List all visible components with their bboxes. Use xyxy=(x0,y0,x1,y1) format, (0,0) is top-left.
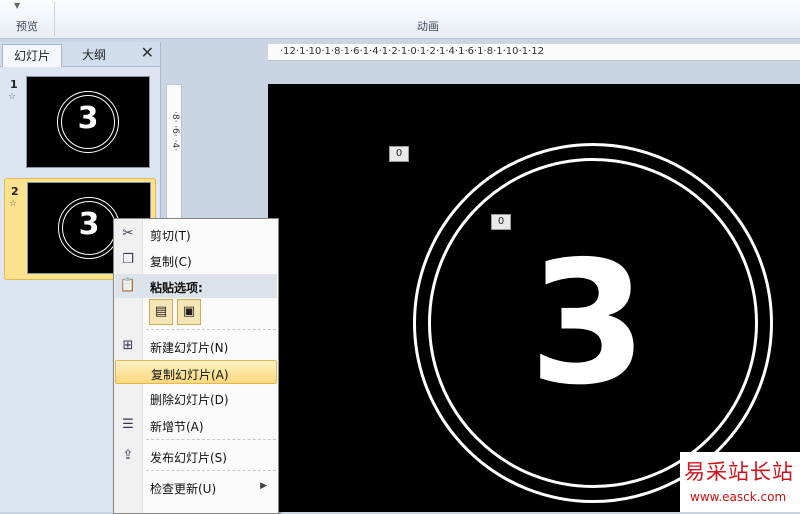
menu-item-paste-options: 📋 粘贴选项: xyxy=(115,274,277,298)
countdown-number[interactable]: 3 xyxy=(508,239,668,409)
slide-canvas[interactable]: 3 0 0 xyxy=(268,84,800,512)
ribbon-divider xyxy=(54,2,55,36)
chevron-down-icon: ▼ xyxy=(14,1,21,10)
ribbon-group-preview[interactable]: ▼ 预览 xyxy=(0,0,54,38)
submenu-arrow-icon: ▶ xyxy=(260,481,267,491)
animation-order-tag[interactable]: 0 xyxy=(491,214,511,230)
ribbon-group-label: 动画 xyxy=(417,20,439,33)
context-menu: ✂ 剪切(T) ❐ 复制(C) 📋 粘贴选项: ▤ ▣ ⊞ 新建幻灯片(N) 复… xyxy=(113,218,279,514)
panel-tabs: 幻灯片 大纲 ✕ xyxy=(0,42,160,67)
paste-document-icon: ▤ xyxy=(154,304,168,319)
paste-keep-formatting-button[interactable]: ▤ xyxy=(149,299,173,325)
publish-icon: ⇪ xyxy=(122,448,134,463)
ribbon-group-label: 预览 xyxy=(16,20,38,33)
animation-star-icon: ☆ xyxy=(9,199,18,209)
watermark-title: 易采站长站 xyxy=(684,460,794,484)
menu-item-cut[interactable]: ✂ 剪切(T) xyxy=(115,222,277,246)
menu-item-label: 粘贴选项: xyxy=(150,281,203,295)
paste-icon: 📋 xyxy=(119,278,137,293)
animation-star-icon: ☆ xyxy=(8,92,17,102)
menu-separator xyxy=(146,470,276,472)
menu-item-label: 检查更新(U) xyxy=(150,482,217,496)
menu-separator xyxy=(146,439,276,441)
menu-item-publish-slides[interactable]: ⇪ 发布幻灯片(S) xyxy=(115,444,277,468)
watermark: 易采站长站 www.easck.com xyxy=(680,452,800,512)
paste-picture-icon: ▣ xyxy=(182,304,196,319)
animation-order-tag[interactable]: 0 xyxy=(389,146,409,162)
new-slide-icon: ⊞ xyxy=(122,338,134,353)
menu-item-label: 复制幻灯片(A) xyxy=(151,368,229,382)
slide-preview: 3 xyxy=(26,76,150,168)
menu-item-label: 剪切(T) xyxy=(150,229,191,243)
menu-separator xyxy=(146,329,276,331)
new-section-icon: ☰ xyxy=(122,417,134,432)
watermark-url: www.easck.com xyxy=(690,490,787,504)
thumb-number: 3 xyxy=(77,101,99,136)
tab-slides[interactable]: 幻灯片 xyxy=(2,44,62,67)
slide-number: 2 xyxy=(11,185,19,198)
ribbon-group-animation: 动画 xyxy=(56,0,800,38)
tab-outline[interactable]: 大纲 xyxy=(66,44,122,66)
menu-item-delete-slide[interactable]: 删除幻灯片(D) xyxy=(115,386,277,410)
menu-item-add-section[interactable]: ☰ 新增节(A) xyxy=(115,413,277,437)
scissors-icon: ✂ xyxy=(122,226,134,241)
ribbon: ▼ 预览 动画 xyxy=(0,0,800,39)
horizontal-ruler[interactable]: ·12·1·10·1·8·1·6·1·4·1·2·1·0·1·2·1·4·1·6… xyxy=(268,44,800,61)
menu-item-label: 发布幻灯片(S) xyxy=(150,451,227,465)
menu-item-new-slide[interactable]: ⊞ 新建幻灯片(N) xyxy=(115,334,277,358)
paste-picture-button[interactable]: ▣ xyxy=(177,299,201,325)
copy-icon: ❐ xyxy=(122,252,134,267)
slide-number: 1 xyxy=(10,78,18,91)
menu-item-label: 新增节(A) xyxy=(150,420,204,434)
menu-item-duplicate-slide[interactable]: 复制幻灯片(A) xyxy=(115,360,277,384)
menu-item-label: 新建幻灯片(N) xyxy=(150,341,229,355)
menu-item-label: 删除幻灯片(D) xyxy=(150,393,229,407)
ruler-ticks: ·12·1·10·1·8·1·6·1·4·1·2·1·0·1·2·1·4·1·6… xyxy=(280,46,544,57)
menu-item-label: 复制(C) xyxy=(150,255,192,269)
menu-item-copy[interactable]: ❐ 复制(C) xyxy=(115,248,277,272)
ruler-ticks: ·8· ·6· ·4· xyxy=(170,111,180,152)
menu-item-check-updates[interactable]: 检查更新(U) ▶ xyxy=(115,475,277,499)
slide-thumbnail-1[interactable]: 1 ☆ 3 xyxy=(4,72,154,172)
close-icon[interactable]: ✕ xyxy=(141,43,154,62)
